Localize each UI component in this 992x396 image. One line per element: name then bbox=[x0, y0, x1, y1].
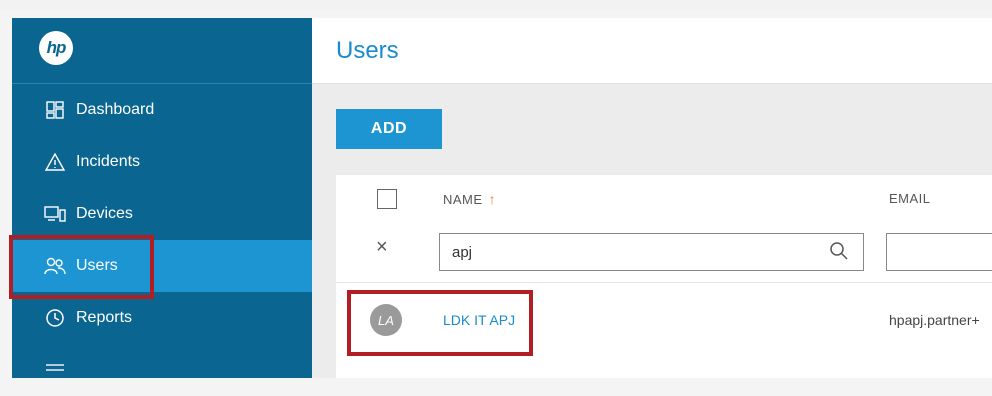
clock-report-icon bbox=[44, 307, 66, 329]
devices-icon bbox=[44, 203, 66, 225]
filter-row: × bbox=[336, 221, 992, 283]
sidebar-item-reports[interactable]: Reports bbox=[12, 292, 312, 344]
email-filter-input[interactable] bbox=[886, 233, 992, 271]
sort-ascending-icon[interactable]: ↑ bbox=[489, 191, 497, 207]
sidebar-item-devices[interactable]: Devices bbox=[12, 188, 312, 240]
highlight-box-user-row bbox=[347, 290, 533, 356]
sidebar-item-more[interactable] bbox=[12, 344, 312, 396]
sidebar: hp Dashboard Incidents Devices Users Rep… bbox=[12, 18, 312, 378]
sidebar-item-label: Devices bbox=[76, 205, 133, 222]
page-header: Users bbox=[312, 18, 992, 84]
dashboard-icon bbox=[44, 99, 66, 121]
logo-row: hp bbox=[12, 18, 312, 84]
sidebar-item-label: Incidents bbox=[76, 153, 141, 170]
highlight-box-users bbox=[9, 235, 154, 299]
warning-triangle-icon bbox=[44, 151, 66, 173]
column-header-email[interactable]: EMAIL bbox=[889, 191, 931, 206]
table-header: NAME ↑ EMAIL bbox=[336, 175, 992, 221]
select-all-checkbox[interactable] bbox=[377, 189, 397, 209]
sidebar-item-dashboard[interactable]: Dashboard bbox=[12, 84, 312, 136]
sidebar-item-label: Dashboard bbox=[76, 101, 155, 118]
sidebar-item-label: Reports bbox=[76, 309, 133, 326]
column-header-name[interactable]: NAME ↑ bbox=[443, 191, 496, 207]
hp-logo[interactable]: hp bbox=[39, 31, 73, 65]
top-strip bbox=[0, 0, 992, 10]
page-title: Users bbox=[336, 36, 399, 64]
clear-filter-icon[interactable]: × bbox=[376, 236, 388, 259]
name-filter-input[interactable] bbox=[439, 233, 864, 271]
add-user-button[interactable]: ADD bbox=[336, 109, 442, 149]
column-header-name-label: NAME bbox=[443, 192, 483, 207]
user-email: hpapj.partner+ bbox=[889, 312, 980, 328]
search-icon[interactable] bbox=[829, 241, 849, 261]
sidebar-item-incidents[interactable]: Incidents bbox=[12, 136, 312, 188]
